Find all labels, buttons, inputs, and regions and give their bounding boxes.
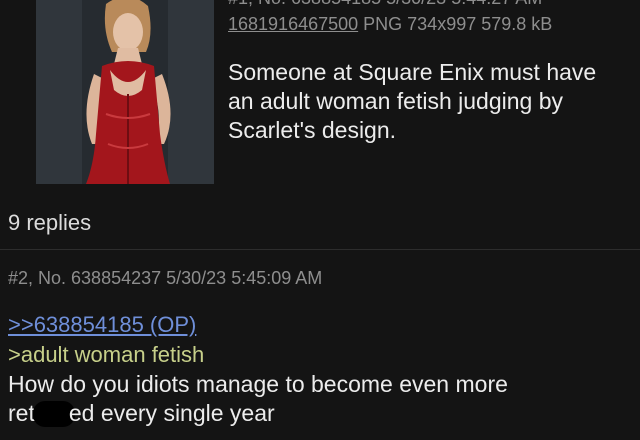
post-thumbnail[interactable] [36, 0, 214, 184]
file-name-link[interactable]: 1681916467500 [228, 14, 358, 34]
post-body: Someone at Square Enix must have an adul… [228, 59, 597, 143]
reply-line-1: How do you idiots manage to become even … [8, 371, 508, 397]
file-details: PNG 734x997 579.8 kB [363, 14, 553, 34]
reply-line-2-end: ed every single year [68, 400, 275, 426]
character-image [36, 0, 214, 184]
greentext-line: >adult woman fetish [8, 342, 205, 367]
post-meta-top: #1, No. 638854185 5/30/23 5:44:27 AM [228, 0, 628, 9]
file-info: 1681916467500 PNG 734x997 579.8 kB [228, 14, 552, 35]
post-op: #1, No. 638854185 5/30/23 5:44:27 AM 168… [0, 0, 640, 248]
replies-count[interactable]: 9 replies [8, 210, 91, 236]
reply-line-2-start: ret [8, 400, 35, 426]
quote-link[interactable]: >>638854185 (OP) [8, 312, 196, 338]
reply-body: How do you idiots manage to become even … [8, 370, 628, 428]
thread-view: #1, No. 638854185 5/30/23 5:44:27 AM 168… [0, 0, 640, 440]
reply-line-2: ret ed every single year [8, 399, 628, 428]
post-divider [0, 249, 640, 250]
post-header: #2, No. 638854237 5/30/23 5:45:09 AM [8, 268, 323, 288]
